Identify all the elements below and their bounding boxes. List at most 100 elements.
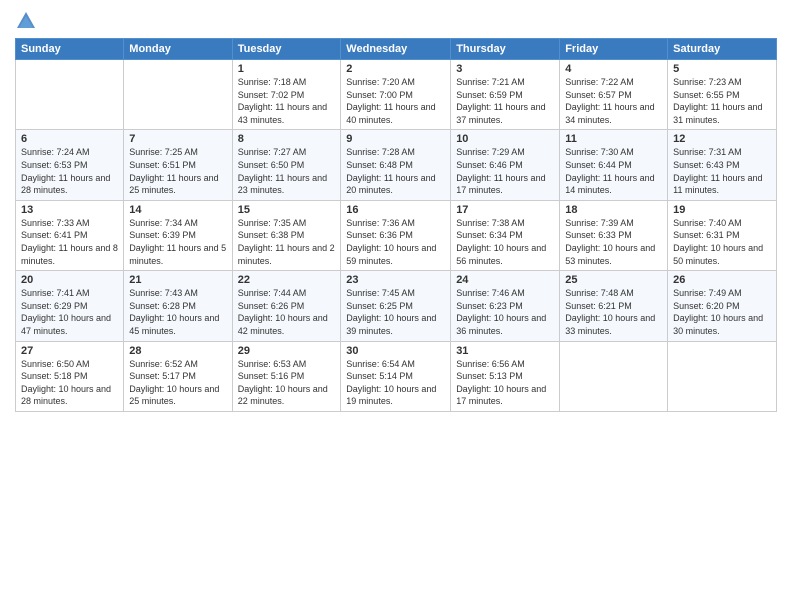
calendar-cell: 7Sunrise: 7:25 AM Sunset: 6:51 PM Daylig…	[124, 130, 232, 200]
calendar-cell	[668, 341, 777, 411]
day-number: 20	[21, 274, 118, 286]
day-info: Sunrise: 6:52 AM Sunset: 5:17 PM Dayligh…	[129, 358, 226, 408]
day-number: 2	[346, 63, 445, 75]
day-info: Sunrise: 7:23 AM Sunset: 6:55 PM Dayligh…	[673, 76, 771, 126]
weekday-header: Wednesday	[341, 39, 451, 60]
calendar-cell: 4Sunrise: 7:22 AM Sunset: 6:57 PM Daylig…	[560, 60, 668, 130]
day-number: 24	[456, 274, 554, 286]
day-info: Sunrise: 7:34 AM Sunset: 6:39 PM Dayligh…	[129, 217, 226, 267]
calendar-cell: 2Sunrise: 7:20 AM Sunset: 7:00 PM Daylig…	[341, 60, 451, 130]
day-number: 15	[238, 204, 336, 216]
calendar-cell: 11Sunrise: 7:30 AM Sunset: 6:44 PM Dayli…	[560, 130, 668, 200]
day-number: 7	[129, 133, 226, 145]
day-info: Sunrise: 7:33 AM Sunset: 6:41 PM Dayligh…	[21, 217, 118, 267]
calendar-week-row: 27Sunrise: 6:50 AM Sunset: 5:18 PM Dayli…	[16, 341, 777, 411]
day-number: 23	[346, 274, 445, 286]
day-info: Sunrise: 7:39 AM Sunset: 6:33 PM Dayligh…	[565, 217, 662, 267]
calendar-cell: 23Sunrise: 7:45 AM Sunset: 6:25 PM Dayli…	[341, 271, 451, 341]
calendar-cell	[124, 60, 232, 130]
day-number: 4	[565, 63, 662, 75]
day-info: Sunrise: 7:38 AM Sunset: 6:34 PM Dayligh…	[456, 217, 554, 267]
day-info: Sunrise: 7:25 AM Sunset: 6:51 PM Dayligh…	[129, 146, 226, 196]
day-number: 16	[346, 204, 445, 216]
calendar-cell: 5Sunrise: 7:23 AM Sunset: 6:55 PM Daylig…	[668, 60, 777, 130]
calendar-cell: 19Sunrise: 7:40 AM Sunset: 6:31 PM Dayli…	[668, 200, 777, 270]
weekday-header: Thursday	[451, 39, 560, 60]
day-info: Sunrise: 7:41 AM Sunset: 6:29 PM Dayligh…	[21, 287, 118, 337]
day-number: 22	[238, 274, 336, 286]
day-number: 8	[238, 133, 336, 145]
header	[15, 10, 777, 32]
day-info: Sunrise: 7:43 AM Sunset: 6:28 PM Dayligh…	[129, 287, 226, 337]
calendar-week-row: 1Sunrise: 7:18 AM Sunset: 7:02 PM Daylig…	[16, 60, 777, 130]
calendar-cell: 14Sunrise: 7:34 AM Sunset: 6:39 PM Dayli…	[124, 200, 232, 270]
logo-icon	[15, 10, 37, 32]
calendar-cell: 24Sunrise: 7:46 AM Sunset: 6:23 PM Dayli…	[451, 271, 560, 341]
calendar-cell: 12Sunrise: 7:31 AM Sunset: 6:43 PM Dayli…	[668, 130, 777, 200]
day-info: Sunrise: 7:49 AM Sunset: 6:20 PM Dayligh…	[673, 287, 771, 337]
calendar-cell: 18Sunrise: 7:39 AM Sunset: 6:33 PM Dayli…	[560, 200, 668, 270]
day-info: Sunrise: 6:53 AM Sunset: 5:16 PM Dayligh…	[238, 358, 336, 408]
day-info: Sunrise: 7:46 AM Sunset: 6:23 PM Dayligh…	[456, 287, 554, 337]
calendar-cell: 17Sunrise: 7:38 AM Sunset: 6:34 PM Dayli…	[451, 200, 560, 270]
calendar-cell: 25Sunrise: 7:48 AM Sunset: 6:21 PM Dayli…	[560, 271, 668, 341]
weekday-header: Friday	[560, 39, 668, 60]
day-number: 14	[129, 204, 226, 216]
day-number: 5	[673, 63, 771, 75]
day-info: Sunrise: 7:35 AM Sunset: 6:38 PM Dayligh…	[238, 217, 336, 267]
day-info: Sunrise: 7:45 AM Sunset: 6:25 PM Dayligh…	[346, 287, 445, 337]
calendar-cell: 6Sunrise: 7:24 AM Sunset: 6:53 PM Daylig…	[16, 130, 124, 200]
day-info: Sunrise: 7:48 AM Sunset: 6:21 PM Dayligh…	[565, 287, 662, 337]
day-info: Sunrise: 7:24 AM Sunset: 6:53 PM Dayligh…	[21, 146, 118, 196]
day-info: Sunrise: 6:54 AM Sunset: 5:14 PM Dayligh…	[346, 358, 445, 408]
day-number: 6	[21, 133, 118, 145]
calendar-cell: 22Sunrise: 7:44 AM Sunset: 6:26 PM Dayli…	[232, 271, 341, 341]
calendar-cell: 20Sunrise: 7:41 AM Sunset: 6:29 PM Dayli…	[16, 271, 124, 341]
day-info: Sunrise: 7:20 AM Sunset: 7:00 PM Dayligh…	[346, 76, 445, 126]
day-info: Sunrise: 7:31 AM Sunset: 6:43 PM Dayligh…	[673, 146, 771, 196]
day-number: 28	[129, 345, 226, 357]
calendar-cell	[16, 60, 124, 130]
day-number: 17	[456, 204, 554, 216]
weekday-header: Tuesday	[232, 39, 341, 60]
weekday-header: Sunday	[16, 39, 124, 60]
day-number: 10	[456, 133, 554, 145]
day-number: 12	[673, 133, 771, 145]
calendar-cell: 16Sunrise: 7:36 AM Sunset: 6:36 PM Dayli…	[341, 200, 451, 270]
day-number: 9	[346, 133, 445, 145]
day-number: 13	[21, 204, 118, 216]
calendar-cell: 13Sunrise: 7:33 AM Sunset: 6:41 PM Dayli…	[16, 200, 124, 270]
calendar-cell: 8Sunrise: 7:27 AM Sunset: 6:50 PM Daylig…	[232, 130, 341, 200]
calendar-week-row: 13Sunrise: 7:33 AM Sunset: 6:41 PM Dayli…	[16, 200, 777, 270]
page: SundayMondayTuesdayWednesdayThursdayFrid…	[0, 0, 792, 612]
calendar-cell: 30Sunrise: 6:54 AM Sunset: 5:14 PM Dayli…	[341, 341, 451, 411]
day-info: Sunrise: 7:28 AM Sunset: 6:48 PM Dayligh…	[346, 146, 445, 196]
day-number: 11	[565, 133, 662, 145]
calendar-cell: 15Sunrise: 7:35 AM Sunset: 6:38 PM Dayli…	[232, 200, 341, 270]
calendar-cell: 9Sunrise: 7:28 AM Sunset: 6:48 PM Daylig…	[341, 130, 451, 200]
calendar-cell: 27Sunrise: 6:50 AM Sunset: 5:18 PM Dayli…	[16, 341, 124, 411]
calendar-cell: 3Sunrise: 7:21 AM Sunset: 6:59 PM Daylig…	[451, 60, 560, 130]
calendar-cell: 29Sunrise: 6:53 AM Sunset: 5:16 PM Dayli…	[232, 341, 341, 411]
day-info: Sunrise: 7:27 AM Sunset: 6:50 PM Dayligh…	[238, 146, 336, 196]
day-info: Sunrise: 7:44 AM Sunset: 6:26 PM Dayligh…	[238, 287, 336, 337]
calendar-cell: 31Sunrise: 6:56 AM Sunset: 5:13 PM Dayli…	[451, 341, 560, 411]
calendar-table: SundayMondayTuesdayWednesdayThursdayFrid…	[15, 38, 777, 412]
calendar-cell: 1Sunrise: 7:18 AM Sunset: 7:02 PM Daylig…	[232, 60, 341, 130]
day-number: 1	[238, 63, 336, 75]
day-number: 19	[673, 204, 771, 216]
calendar-cell: 28Sunrise: 6:52 AM Sunset: 5:17 PM Dayli…	[124, 341, 232, 411]
weekday-header: Monday	[124, 39, 232, 60]
day-number: 31	[456, 345, 554, 357]
day-number: 25	[565, 274, 662, 286]
day-number: 30	[346, 345, 445, 357]
calendar-cell: 26Sunrise: 7:49 AM Sunset: 6:20 PM Dayli…	[668, 271, 777, 341]
calendar-cell	[560, 341, 668, 411]
day-number: 3	[456, 63, 554, 75]
calendar-header-row: SundayMondayTuesdayWednesdayThursdayFrid…	[16, 39, 777, 60]
day-number: 29	[238, 345, 336, 357]
day-info: Sunrise: 7:29 AM Sunset: 6:46 PM Dayligh…	[456, 146, 554, 196]
day-info: Sunrise: 7:30 AM Sunset: 6:44 PM Dayligh…	[565, 146, 662, 196]
day-number: 18	[565, 204, 662, 216]
day-number: 27	[21, 345, 118, 357]
